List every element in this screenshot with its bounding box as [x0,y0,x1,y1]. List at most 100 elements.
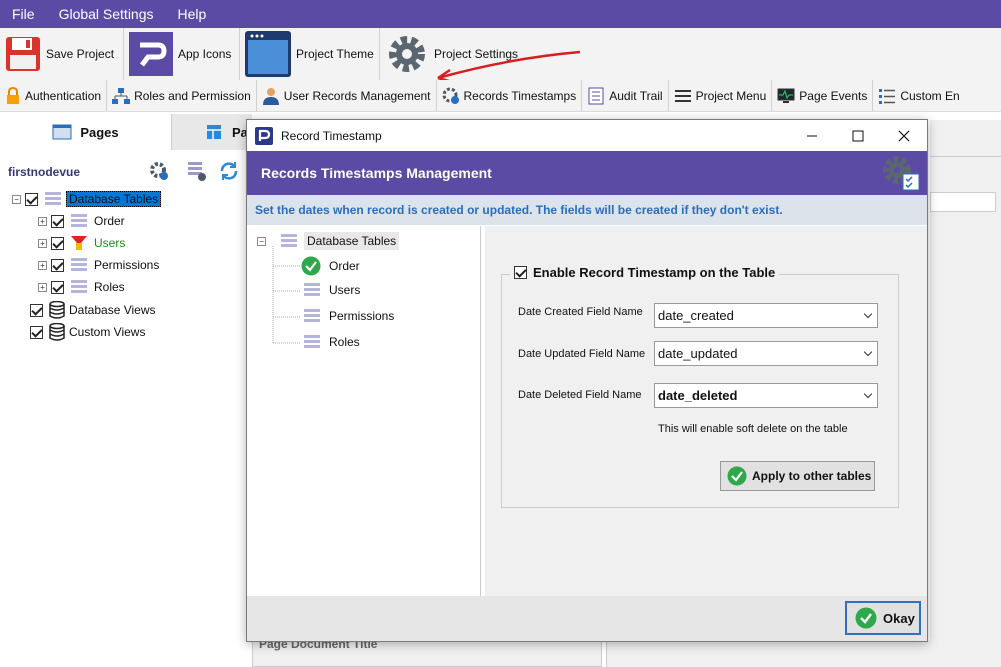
dialog-info-bar: Set the dates when record is created or … [247,195,927,225]
tree-label-custom-views: Custom Views [69,325,146,339]
enable-checkbox[interactable] [514,266,527,279]
apply-button-label: Apply to other tables [752,469,872,483]
dialog-tree-label-roles: Roles [329,335,360,349]
enable-timestamp-checkbox[interactable]: Enable Record Timestamp on the Table [510,265,780,280]
project-theme-button[interactable]: Project Theme [240,28,380,80]
roles-permission-label: Roles and Permission [134,88,251,103]
settings-gear-icon[interactable] [148,160,170,182]
audit-trail-button[interactable]: Audit Trail [582,80,669,111]
close-button[interactable] [881,120,927,151]
authentication-button[interactable]: Authentication [0,80,108,111]
dialog-table-tree: − Database Tables Order Users Permission… [249,226,481,596]
dialog-tree-node-order[interactable]: Order [301,256,360,276]
secondary-toolbar: Authentication Roles and Permission User… [0,80,1001,112]
checkbox[interactable] [30,325,43,339]
dialog-titlebar: Record Timestamp [247,120,927,151]
date-created-label: Date Created Field Name [518,306,643,318]
enable-timestamp-label: Enable Record Timestamp on the Table [533,265,776,280]
dialog-header-title: Records Timestamps Management [261,165,492,181]
checkbox[interactable] [51,258,64,272]
user-records-button[interactable]: User Records Management [257,80,437,111]
record-timestamp-dialog: Record Timestamp Records Timestamps Mana… [246,119,928,642]
apply-to-other-tables-button[interactable]: Apply to other tables [720,461,875,491]
checkbox[interactable] [51,214,64,228]
monitor-pulse-icon [777,88,795,103]
dialog-tree-label-users: Users [329,283,361,297]
pages-icon [52,124,72,140]
date-deleted-value: date_deleted [658,388,738,403]
tree-label-database-views: Database Views [69,303,156,317]
filter-icon [71,236,87,250]
date-updated-label: Date Updated Field Name [518,348,646,360]
tree-node-database-views[interactable]: Database Views [30,301,156,319]
checkbox[interactable] [30,303,43,317]
app-icons-button[interactable]: App Icons [124,28,240,80]
dialog-tree-label-order: Order [329,259,360,273]
layout-icon [207,125,221,139]
table-settings-icon[interactable] [186,160,208,182]
date-updated-select[interactable]: date_updated [654,341,878,366]
expand-toggle[interactable]: + [38,216,47,226]
tab-pages[interactable]: Pages [0,114,172,150]
gear-clock-icon [442,87,459,104]
dialog-tree-node-roles[interactable]: Roles [303,334,360,350]
checkbox[interactable] [25,192,38,206]
dialog-tree-node-permissions[interactable]: Permissions [303,308,394,324]
minimize-icon [807,135,817,136]
maximize-button[interactable] [835,120,881,151]
custom-entities-button[interactable]: Custom En [873,80,964,111]
database-icon [49,301,65,319]
left-panel-tabs: Pages Pa [0,114,252,150]
table-icon [71,280,87,293]
page-events-label: Page Events [799,88,868,103]
tree-lines [272,246,301,344]
date-deleted-select[interactable]: date_deleted [654,383,878,408]
tree-node-custom-views[interactable]: Custom Views [30,323,145,341]
expand-toggle[interactable]: + [38,260,47,270]
check-circle-icon [727,466,747,486]
authentication-label: Authentication [25,88,102,103]
okay-button[interactable]: Okay [845,601,921,635]
menu-help[interactable]: Help [166,6,219,22]
custom-entities-label: Custom En [900,88,960,103]
save-project-button[interactable]: Save Project [0,28,124,80]
dialog-tree-node-users[interactable]: Users [303,282,360,298]
date-updated-value: date_updated [658,346,738,361]
date-created-select[interactable]: date_created [654,303,878,328]
dialog-info-text: Set the dates when record is created or … [255,203,783,217]
soft-delete-hint: This will enable soft delete on the tabl… [658,423,848,435]
timestamp-group: Enable Record Timestamp on the Table Dat… [501,265,899,508]
tree-label-users: Users [94,236,126,250]
table-icon [45,192,61,205]
background-field: Page Document Title [252,637,602,667]
tab-pages-label: Pages [80,124,119,140]
floppy-disk-icon [6,37,40,71]
collapse-toggle[interactable]: − [12,194,21,204]
tab-second[interactable]: Pa [172,114,252,150]
records-timestamps-button[interactable]: Records Timestamps [437,80,583,111]
tree-node-database-tables[interactable]: − Database Tables [12,191,162,207]
tree-node-permissions[interactable]: + Permissions [38,257,159,273]
tree-node-users[interactable]: + Users [38,235,125,251]
maximize-icon [852,130,864,141]
minimize-button[interactable] [789,120,835,151]
expand-toggle[interactable]: + [38,282,47,292]
tree-node-order[interactable]: + Order [38,213,125,229]
save-project-label: Save Project [46,47,115,61]
checkbox[interactable] [51,236,64,250]
database-icon [49,323,65,341]
window-theme-icon [245,31,291,77]
page-events-button[interactable]: Page Events [772,80,874,111]
dialog-settings-panel: Enable Record Timestamp on the Table Dat… [485,226,927,596]
tree-node-roles[interactable]: + Roles [38,279,125,295]
expand-toggle[interactable]: + [38,238,47,248]
menu-file[interactable]: File [0,6,47,22]
menu-global-settings[interactable]: Global Settings [47,6,166,22]
refresh-icon[interactable] [218,160,240,182]
lock-icon [7,86,19,104]
okay-button-label: Okay [883,610,915,626]
checkbox[interactable] [51,280,64,294]
roles-permission-button[interactable]: Roles and Permission [107,80,257,111]
app-icons-label: App Icons [178,47,232,61]
project-menu-button[interactable]: Project Menu [669,80,773,111]
